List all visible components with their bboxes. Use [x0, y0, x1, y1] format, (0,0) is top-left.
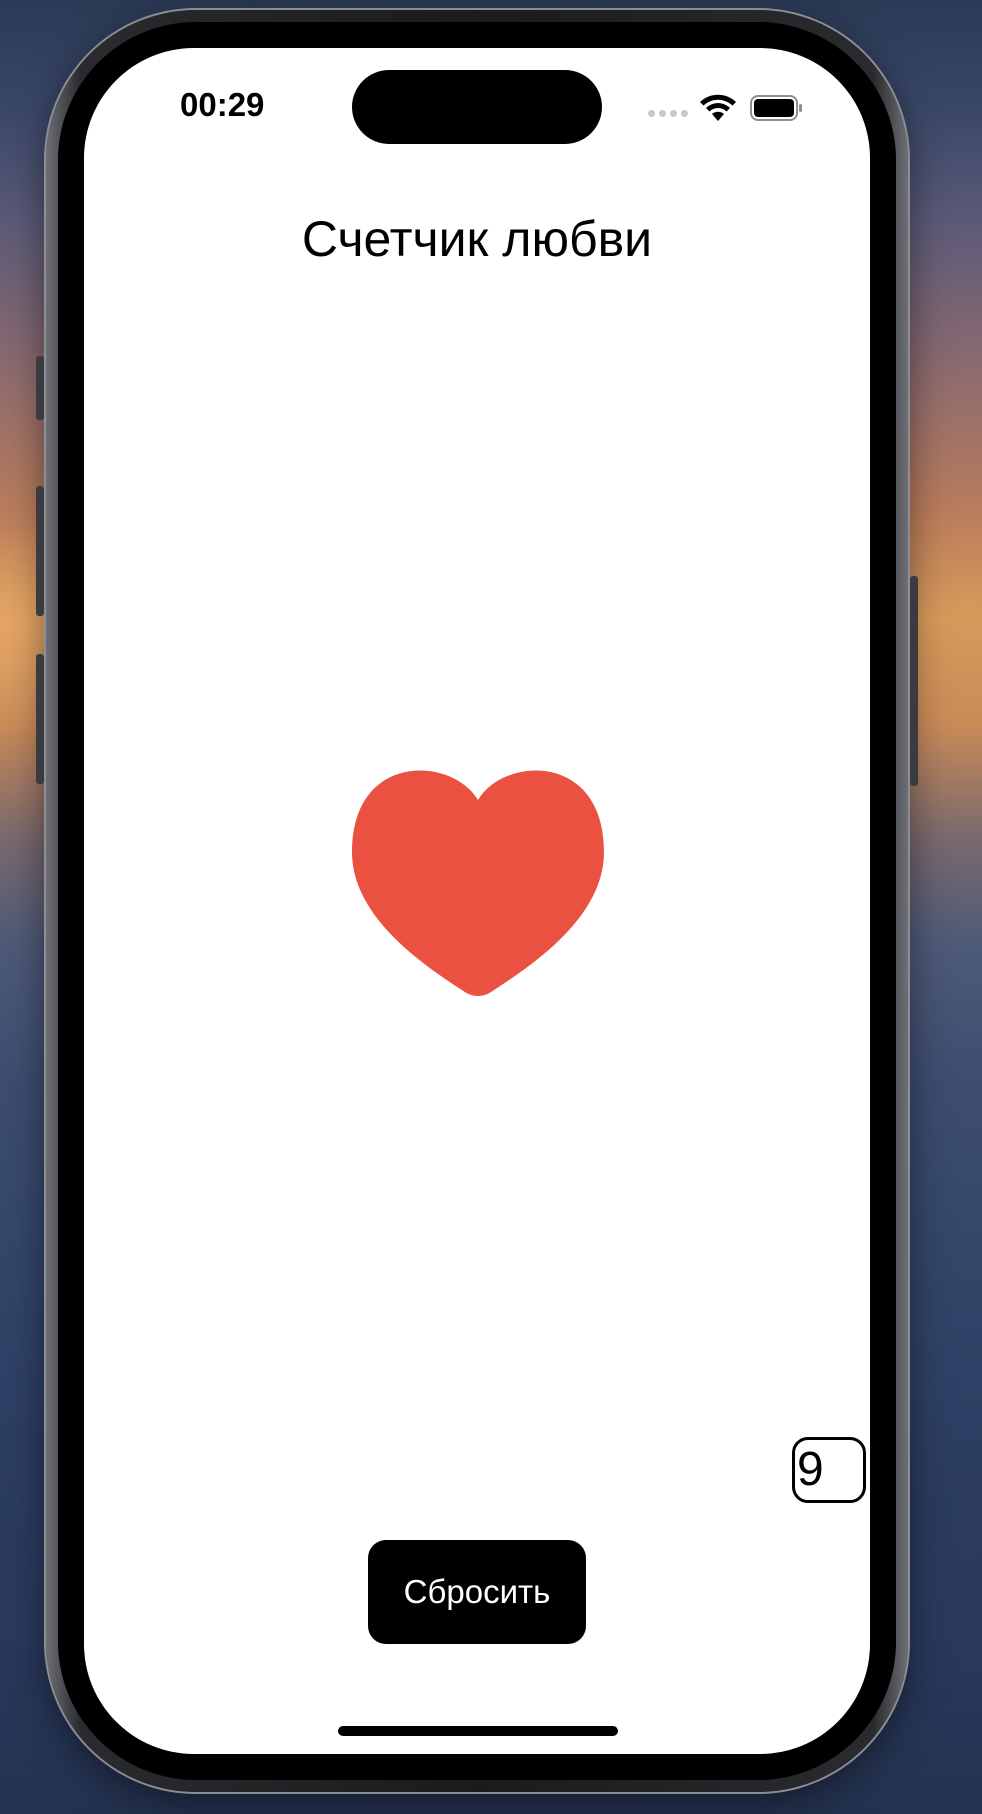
love-counter-value: 9: [792, 1437, 866, 1503]
wifi-icon: [700, 94, 736, 121]
volume-up-button: [36, 486, 44, 616]
volume-down-button: [36, 654, 44, 784]
battery-icon: [750, 95, 802, 121]
cellular-signal-icon: [648, 110, 688, 117]
home-indicator[interactable]: [338, 1726, 618, 1736]
dynamic-island: [352, 70, 602, 144]
power-button: [910, 576, 918, 786]
app-screen: 00:29 Счетчик любви 9 Сбросить: [84, 48, 870, 1754]
status-bar: 00:29: [84, 48, 870, 158]
app-title: Счетчик любви: [301, 211, 653, 267]
heart-icon[interactable]: [352, 762, 604, 996]
status-time: 00:29: [180, 86, 265, 123]
reset-button[interactable]: Сбросить: [368, 1540, 586, 1644]
action-button: [36, 356, 44, 420]
